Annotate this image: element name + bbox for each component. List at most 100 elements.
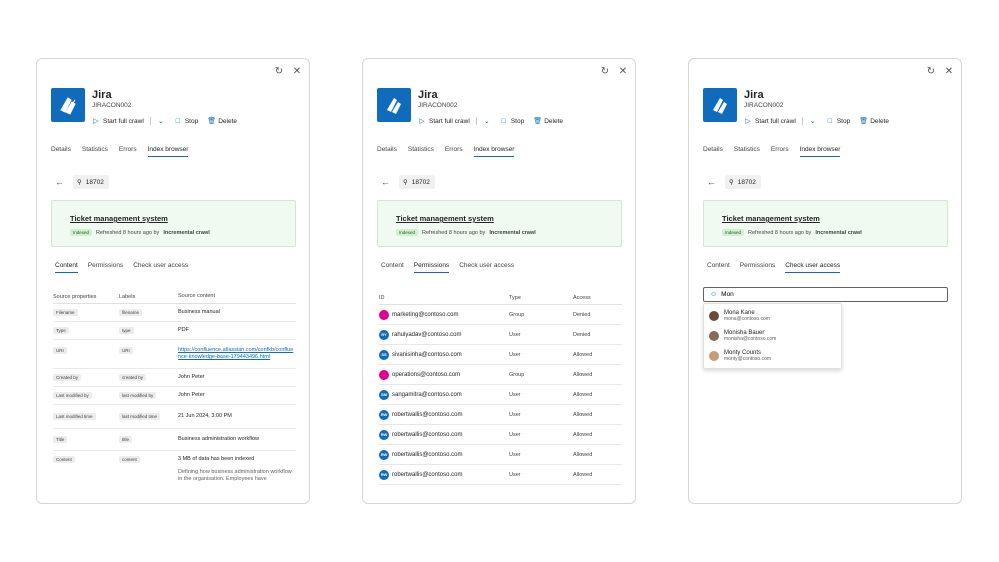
search-icon: ⚲: [729, 179, 734, 186]
result-banner: Ticket management system Indexed Refresh…: [377, 200, 622, 247]
content-table: Source properties Labels Source content …: [53, 290, 296, 488]
tab-statistics[interactable]: Statistics: [408, 146, 434, 157]
permission-id: sangamitra@contoso.com: [392, 391, 462, 398]
table-row: Title title Business administration workfl…: [53, 429, 296, 451]
permission-type: User: [509, 391, 521, 398]
avatar: RW: [379, 469, 389, 480]
tab-index-browser[interactable]: Index browser: [799, 146, 841, 157]
tab-errors[interactable]: Errors: [771, 146, 789, 157]
tab-details[interactable]: Details: [377, 146, 397, 157]
subtab-content[interactable]: Content: [707, 262, 730, 273]
subtab-permissions[interactable]: Permissions: [740, 262, 775, 273]
connection-id: JIRACON002: [92, 102, 132, 109]
refresh-icon[interactable]: ↻: [599, 65, 611, 77]
toolbar: ▷ Start full crawl ⌄ □ Stop 🗑 Delete: [92, 117, 237, 125]
tab-index-browser[interactable]: Index browser: [473, 146, 515, 157]
result-title[interactable]: Ticket management system: [396, 214, 494, 223]
permission-id: marketing@contoso.com: [392, 311, 459, 318]
tab-statistics[interactable]: Statistics: [82, 146, 108, 157]
permission-type: Group: [509, 371, 525, 378]
tab-details[interactable]: Details: [51, 146, 71, 157]
delete-button[interactable]: 🗑 Delete: [533, 117, 563, 126]
jira-logo: [51, 88, 85, 122]
stop-icon: □: [175, 117, 180, 125]
avatar: SS: [379, 349, 389, 360]
tab-details[interactable]: Details: [703, 146, 723, 157]
start-crawl-button[interactable]: ▷ Start full crawl: [744, 117, 796, 126]
subtab-content[interactable]: Content: [381, 262, 404, 273]
close-icon[interactable]: ✕: [291, 65, 303, 77]
permission-access: Denied: [573, 311, 591, 318]
search-value: 18702: [411, 178, 430, 186]
trash-icon: 🗑: [533, 118, 543, 125]
table-header: Source properties Labels Source content: [53, 290, 296, 304]
tab-index-browser[interactable]: Index browser: [147, 146, 189, 157]
toolbar-divider: [149, 117, 151, 125]
subtab-content[interactable]: Content: [55, 262, 78, 273]
back-arrow-icon[interactable]: ←: [381, 177, 390, 187]
start-crawl-button[interactable]: ▷ Start full crawl: [92, 117, 144, 126]
main-tabs: Details Statistics Errors Index browser: [703, 146, 841, 157]
result-banner: Ticket management system Indexed Refresh…: [51, 200, 296, 247]
result-meta: Indexed Refreshed 8 hours ago by Increme…: [70, 229, 210, 236]
user-search-field[interactable]: ☺: [703, 287, 948, 302]
suggestion-item[interactable]: Monty Counts monty@contoso.com: [704, 346, 841, 366]
chevron-down-icon[interactable]: ⌄: [483, 117, 491, 125]
back-arrow-icon[interactable]: ←: [55, 177, 64, 187]
permission-access: Allowed: [573, 411, 593, 418]
permission-id: rahulyadav@contoso.com: [392, 331, 462, 338]
search-value: 18702: [85, 178, 104, 186]
table-row: operations@contoso.com Group Allowed: [379, 365, 622, 385]
delete-button[interactable]: 🗑 Delete: [207, 117, 237, 126]
suggestion-item[interactable]: Mona Kane mona@contoso.com: [704, 306, 841, 326]
permission-type: Group: [509, 311, 525, 318]
stop-button[interactable]: □ Stop: [826, 117, 851, 125]
permission-access: Allowed: [573, 351, 593, 358]
user-search-input[interactable]: [721, 291, 922, 298]
table-row: Created by created by John Peter: [53, 369, 296, 387]
permission-id: robertwallis@contoso.com: [392, 411, 463, 418]
avatar: [379, 369, 389, 380]
jira-logo: [703, 88, 737, 122]
subtab-check-user-access[interactable]: Check user access: [785, 262, 841, 273]
search-value: 18702: [737, 178, 756, 186]
avatar: [709, 331, 719, 341]
tab-statistics[interactable]: Statistics: [734, 146, 760, 157]
permission-id: robertwallis@contoso.com: [392, 431, 463, 438]
panel-check-user-access: ↻ ✕ Jira JIRACON002 ▷ Start full crawl ⌄ …: [688, 58, 962, 504]
tab-errors[interactable]: Errors: [445, 146, 463, 157]
search-icon: ⚲: [77, 179, 82, 186]
status-badge: Indexed: [396, 229, 419, 236]
avatar: [709, 311, 719, 321]
chevron-down-icon[interactable]: ⌄: [809, 117, 817, 125]
result-title[interactable]: Ticket management system: [70, 214, 168, 223]
result-title[interactable]: Ticket management system: [722, 214, 820, 223]
suggestion-item[interactable]: Monisha Bauer monisha@contoso.com: [704, 326, 841, 346]
stop-icon: □: [827, 117, 832, 125]
stop-button[interactable]: □ Stop: [500, 118, 525, 125]
search-box[interactable]: ⚲ 18702: [725, 175, 761, 189]
close-icon[interactable]: ✕: [943, 65, 955, 77]
uri-link[interactable]: https://confluence.atlassian.com/confkb/…: [178, 347, 296, 361]
search-box[interactable]: ⚲ 18702: [399, 175, 435, 189]
table-row: SM sangamitra@contoso.com User Allowed: [379, 385, 622, 405]
status-badge: Indexed: [722, 229, 745, 236]
subtab-permissions[interactable]: Permissions: [413, 262, 450, 273]
refresh-icon[interactable]: ↻: [925, 65, 937, 77]
chevron-down-icon[interactable]: ⌄: [157, 117, 165, 125]
subtab-check-user-access[interactable]: Check user access: [133, 262, 188, 273]
delete-button[interactable]: 🗑 Delete: [859, 117, 889, 126]
refresh-icon[interactable]: ↻: [273, 65, 285, 77]
permission-access: Allowed: [573, 471, 593, 478]
stop-button[interactable]: □ Stop: [174, 117, 199, 125]
start-crawl-button[interactable]: ▷ Start full crawl: [418, 117, 470, 126]
subtab-permissions[interactable]: Permissions: [88, 262, 123, 273]
close-icon[interactable]: ✕: [617, 65, 629, 77]
permission-type: User: [509, 411, 521, 418]
search-box[interactable]: ⚲ 18702: [73, 175, 109, 189]
avatar: SM: [379, 389, 389, 400]
back-arrow-icon[interactable]: ←: [707, 177, 716, 187]
tab-errors[interactable]: Errors: [119, 146, 137, 157]
search-icon: ⚲: [403, 179, 408, 186]
subtab-check-user-access[interactable]: Check user access: [459, 262, 514, 273]
